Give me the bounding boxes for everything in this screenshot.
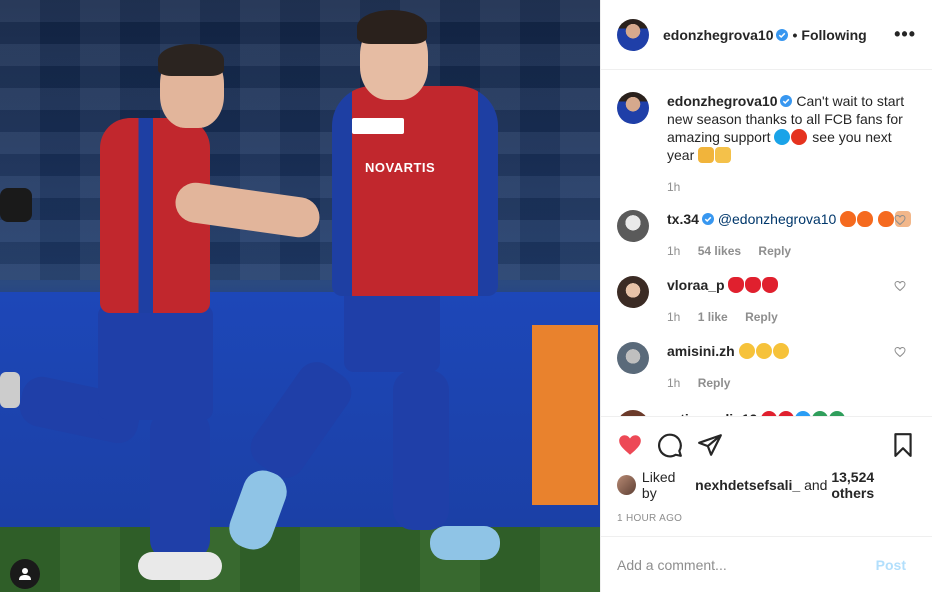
comment-item: amisini.zh 1h Reply [617,342,916,392]
red-heart-emoji [745,277,762,293]
sleeve-sponsor-patch [352,118,404,134]
comment-like-heart-icon[interactable] [894,280,906,292]
player-boot [0,372,20,408]
caption: edonzhegrova10 Can't wait to start new s… [617,92,916,196]
following-button[interactable]: Following [801,27,866,43]
globe-emoji [812,411,829,416]
caption-meta: 1h [667,178,916,196]
post-actions: Liked by nexhdetsefsali_ and 13,524 othe… [601,416,932,536]
blue-circle-emoji [774,129,791,145]
comment-meta: 1h 1 like Reply [667,308,916,326]
verified-badge-icon [701,213,714,225]
player-left-leg-front [150,410,210,560]
verified-badge-icon [776,28,789,41]
commenter-avatar[interactable] [617,342,649,374]
comment-likes[interactable]: 54 likes [698,244,741,258]
comment-item: artinaaydiu12 [617,410,916,416]
commenter-username[interactable]: tx.34 [667,211,699,227]
globe-emoji [829,411,846,416]
caption-username[interactable]: edonzhegrova10 [667,93,777,109]
add-comment-bar: Post [601,536,932,592]
likes-and: and [804,477,828,493]
star-struck-emoji [772,343,789,359]
player-right-boot-front [430,526,500,560]
caption-avatar[interactable] [617,92,649,124]
player-left-shorts [98,305,213,420]
pitch [0,527,600,592]
red-circle-emoji [791,129,808,145]
post-header: edonzhegrova10 • Following ••• [601,0,932,70]
ad-board-orange-panel [532,325,598,505]
comment-input[interactable] [617,556,876,573]
comment-time[interactable]: 1h [667,310,680,324]
verified-badge-icon [780,95,793,107]
commenter-username[interactable]: amisini.zh [667,343,735,359]
author-avatar[interactable] [617,18,649,51]
post-photo[interactable]: NOVARTIS [0,0,600,592]
likes-prefix: Liked by [641,469,676,501]
author-username-text[interactable]: edonzhegrova10 [663,27,773,43]
comment-reply-button[interactable]: Reply [758,244,791,258]
flexed-biceps-emoji [715,147,732,163]
comment-mention[interactable]: @edonzhegrova10 [718,211,837,227]
comment-reply-button[interactable]: Reply [745,310,778,324]
red-heart-emoji [728,277,745,293]
player-left-boot [138,552,222,580]
like-heart-icon[interactable] [617,432,643,458]
commenter-avatar[interactable] [617,410,649,416]
caption-time[interactable]: 1h [667,180,680,194]
more-options-icon[interactable]: ••• [894,24,916,45]
action-icons [617,427,916,463]
comment-time[interactable]: 1h [667,376,680,390]
lion-emoji [698,147,715,163]
blue-heart-emoji [795,411,812,416]
player-glove [0,188,32,222]
likes-summary: Liked by nexhdetsefsali_ and 13,524 othe… [617,469,916,501]
likes-count[interactable]: 13,524 others [831,469,916,501]
person-icon [19,568,31,580]
fire-emoji [878,211,895,227]
comment-item: vloraa_p 1h 1 like Reply [617,276,916,326]
stadium-stands [0,0,600,280]
red-heart-emoji [778,411,795,416]
post-comment-button[interactable]: Post [876,557,906,573]
jersey-sponsor: NOVARTIS [365,160,436,175]
header-separator: • [792,26,798,43]
star-struck-emoji [755,343,772,359]
instagram-post: NOVARTIS edonzhegrova10 • Following ••• [0,0,932,592]
fire-emoji [840,211,857,227]
fire-emoji [857,211,874,227]
comment-like-heart-icon[interactable] [894,346,906,358]
comment-reply-button[interactable]: Reply [698,376,731,390]
red-heart-emoji [761,411,778,416]
author-username[interactable]: edonzhegrova10 [663,27,789,43]
comment-like-heart-icon[interactable] [894,214,906,226]
commenter-avatar[interactable] [617,276,649,308]
liker-username[interactable]: nexhdetsefsali_ [695,477,800,493]
commenter-username[interactable]: artinaaydiu12 [667,411,757,416]
player-right-hair [357,10,427,44]
commenter-avatar[interactable] [617,210,649,242]
liker-avatar[interactable] [617,475,636,495]
player-right-leg-front [393,370,449,530]
red-heart-emoji [762,277,779,293]
player-left-hair [158,44,224,76]
comment-time[interactable]: 1h [667,244,680,258]
star-struck-emoji [738,343,755,359]
post-timestamp[interactable]: 1 HOUR AGO [617,513,916,524]
share-icon[interactable] [697,432,723,458]
comment-item: tx.34 @edonzhegrova10 1h 54 likes Reply [617,210,916,260]
tagged-users-button[interactable] [10,559,40,589]
comment-icon[interactable] [657,432,683,458]
save-bookmark-icon[interactable] [890,432,916,458]
comment-meta: 1h Reply [667,374,916,392]
post-side-panel: edonzhegrova10 • Following ••• edonzhegr… [600,0,932,592]
comment-likes[interactable]: 1 like [698,310,728,324]
commenter-username[interactable]: vloraa_p [667,277,725,293]
comment-meta: 1h 54 likes Reply [667,242,916,260]
comments-list[interactable]: edonzhegrova10 Can't wait to start new s… [601,70,932,416]
